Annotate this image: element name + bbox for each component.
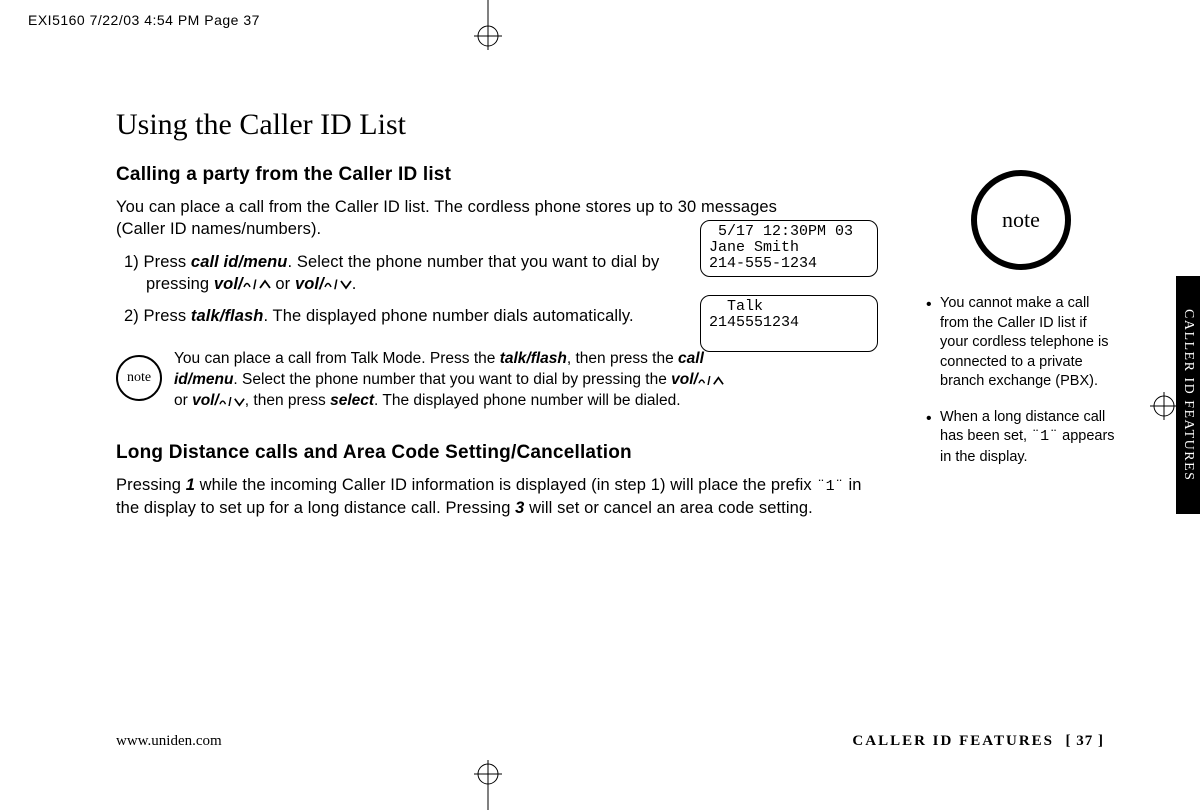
section2-body: Pressing 1 while the incoming Caller ID … bbox=[116, 474, 876, 520]
step-1: 1) Press call id/menu. Select the phone … bbox=[116, 251, 706, 296]
lcd-display-2: Talk 2145551234 bbox=[700, 295, 878, 352]
step-2: 2) Press talk/flash. The displayed phone… bbox=[116, 305, 706, 327]
svg-text:/: / bbox=[228, 395, 232, 408]
ring-up-icon: / bbox=[698, 374, 724, 387]
ring-down-icon: / bbox=[324, 277, 352, 291]
section2-heading: Long Distance calls and Area Code Settin… bbox=[116, 442, 886, 464]
page-content: Using the Caller ID List Calling a party… bbox=[116, 90, 1104, 760]
note-icon-big: note bbox=[971, 170, 1071, 270]
sidebar-note-item: When a long distance call has been set, … bbox=[926, 408, 1116, 467]
print-slug: EXI5160 7/22/03 4:54 PM Page 37 bbox=[28, 12, 260, 28]
note-icon-small: note bbox=[116, 355, 162, 401]
page-title: Using the Caller ID List bbox=[116, 108, 886, 142]
section1-intro: You can place a call from the Caller ID … bbox=[116, 196, 796, 241]
sidebar-note-item: You cannot make a call from the Caller I… bbox=[926, 294, 1116, 392]
svg-text:/: / bbox=[334, 277, 338, 291]
footer-url: www.uniden.com bbox=[116, 733, 222, 750]
ring-down-icon: / bbox=[219, 395, 245, 408]
footer-section: CALLER ID FEATURES [ 37 ] bbox=[852, 733, 1104, 750]
regmark-top bbox=[470, 0, 506, 50]
lcd-display-1: 5/17 12:30PM 03 Jane Smith 214-555-1234 bbox=[700, 220, 878, 277]
svg-text:/: / bbox=[253, 277, 257, 291]
ring-up-icon: / bbox=[243, 277, 271, 291]
section-tab: CALLER ID FEATURES bbox=[1176, 276, 1200, 514]
inline-note: note You can place a call from Talk Mode… bbox=[116, 349, 736, 412]
page-footer: www.uniden.com CALLER ID FEATURES [ 37 ] bbox=[116, 733, 1104, 750]
inline-note-text: You can place a call from Talk Mode. Pre… bbox=[174, 349, 736, 412]
regmark-bottom bbox=[470, 760, 506, 810]
svg-text:/: / bbox=[707, 374, 711, 387]
section1-heading: Calling a party from the Caller ID list bbox=[116, 164, 886, 186]
sidebar-note: note You cannot make a call from the Cal… bbox=[926, 170, 1116, 483]
